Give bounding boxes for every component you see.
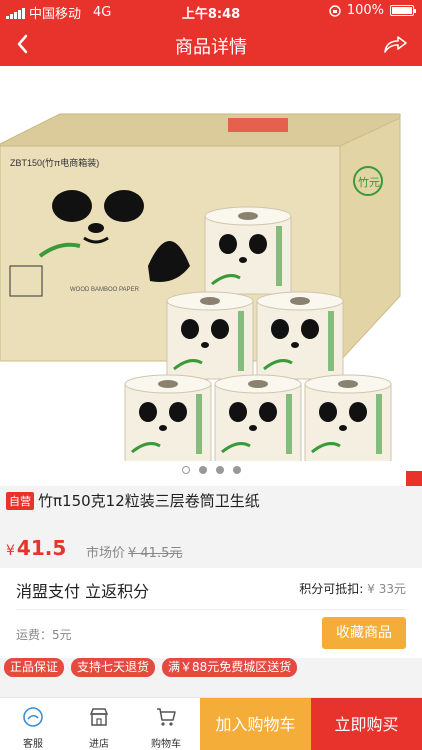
pagination-dot[interactable] — [181, 466, 190, 474]
promo-title: 消盟支付 立返积分 — [16, 582, 150, 601]
points-value: ¥ 33元 — [367, 582, 406, 596]
divider — [16, 609, 406, 610]
points-deduction: 积分可抵扣: ¥ 33元 — [299, 580, 406, 597]
product-image-gallery[interactable]: ZBT150(竹π电商箱装) WOOD BAMBOO PAPER 竹元 — [0, 66, 422, 486]
box-side-label: WOOD BAMBOO PAPER — [70, 287, 140, 293]
box-code-text: ZBT150(竹π电商箱装) — [10, 157, 99, 168]
add-to-cart-button[interactable]: 加入购物车 — [200, 698, 311, 750]
cart-icon — [157, 708, 176, 726]
tab-cart[interactable]: 购物车 — [133, 698, 199, 750]
promo-card: 消盟支付 立返积分 积分可抵扣: ¥ 33元 运费：5元 收藏商品 — [0, 568, 422, 658]
tab-store[interactable]: 进店 — [66, 698, 132, 750]
tab-cart-label: 购物车 — [151, 739, 181, 750]
product-image: ZBT150(竹π电商箱装) WOOD BAMBOO PAPER 竹元 — [0, 113, 401, 461]
pagination-dot[interactable] — [215, 466, 224, 474]
service-tag: 支持七天退货 — [71, 658, 156, 677]
box-brand-text: 竹元 — [358, 175, 380, 189]
market-price-label: 市场价 — [86, 546, 126, 561]
self-operated-badge: 自营 — [6, 492, 34, 510]
status-bar: 中国移动 4G 上午8:48 100% — [0, 0, 422, 22]
battery-icon — [390, 5, 416, 16]
battery-percent: 100% — [346, 3, 384, 18]
page-title: 商品详情 — [175, 37, 247, 58]
market-price: ¥ 41.5元 — [128, 546, 183, 561]
current-price: ¥41.5 — [6, 536, 66, 560]
pagination-dot[interactable] — [198, 466, 207, 474]
product-info: 自营 竹π150克12粒装三层卷筒卫生纸 ¥41.5 市场价 ¥ 41.5元 — [0, 486, 422, 568]
bottom-action-bar: 客服 进店 购物车 加入购物车 立即购买 — [0, 697, 422, 750]
orientation-lock-icon — [329, 4, 341, 17]
service-tags: 正品保证 支持七天退货 满￥88元免费城区送货 — [0, 658, 422, 678]
corner-logo-icon — [406, 471, 422, 486]
product-title: 竹π150克12粒装三层卷筒卫生纸 — [38, 492, 260, 510]
nav-bar: 商品详情 — [0, 22, 422, 66]
service-tag: 满￥88元免费城区送货 — [162, 658, 298, 677]
freight-text: 运费：5元 — [16, 628, 72, 642]
buy-now-button[interactable]: 立即购买 — [311, 698, 422, 750]
favorite-button[interactable]: 收藏商品 — [322, 617, 406, 649]
share-icon[interactable] — [380, 30, 410, 58]
customer-service-icon — [23, 707, 43, 727]
points-label: 积分可抵扣: — [299, 582, 364, 596]
pagination-dot[interactable] — [232, 466, 241, 474]
tab-store-label: 进店 — [89, 739, 109, 750]
status-right: 100% — [329, 3, 416, 18]
price-value: 41.5 — [16, 536, 67, 560]
gallery-pagination — [0, 466, 422, 474]
price-currency: ¥ — [6, 543, 15, 559]
store-icon — [89, 708, 109, 726]
tab-service-label: 客服 — [23, 739, 43, 750]
service-tag: 正品保证 — [4, 658, 65, 677]
tab-service[interactable]: 客服 — [0, 698, 66, 750]
